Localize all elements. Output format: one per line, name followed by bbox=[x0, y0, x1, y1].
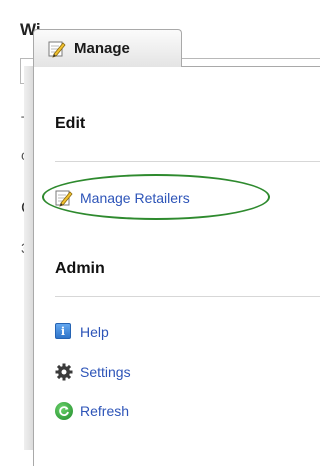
refresh-icon bbox=[55, 402, 73, 420]
menu-item-manage-retailers[interactable]: Manage Retailers bbox=[55, 189, 190, 207]
section-heading-admin: Admin bbox=[55, 260, 105, 277]
menu-item-settings[interactable]: Settings bbox=[55, 363, 131, 381]
gear-icon bbox=[55, 363, 73, 381]
divider bbox=[55, 161, 320, 162]
pencil-paper-icon bbox=[48, 40, 66, 58]
panel-shadow bbox=[24, 66, 33, 450]
menu-item-refresh[interactable]: Refresh bbox=[55, 402, 129, 420]
menu-item-label: Help bbox=[80, 324, 109, 340]
menu-item-label: Manage Retailers bbox=[80, 190, 190, 206]
menu-item-label: Refresh bbox=[80, 403, 130, 419]
section-heading-edit: Edit bbox=[55, 115, 86, 132]
divider bbox=[55, 296, 320, 297]
tab-label: Manage bbox=[74, 40, 130, 57]
menu-item-help[interactable]: i Help bbox=[55, 323, 109, 341]
manage-dropdown-panel: Edit Manage Retailers Admin i Help Setti… bbox=[33, 66, 320, 466]
pencil-paper-icon bbox=[55, 189, 73, 207]
help-icon: i bbox=[55, 323, 73, 341]
manage-tab[interactable]: Manage bbox=[33, 29, 182, 67]
menu-item-label: Settings bbox=[80, 364, 131, 380]
